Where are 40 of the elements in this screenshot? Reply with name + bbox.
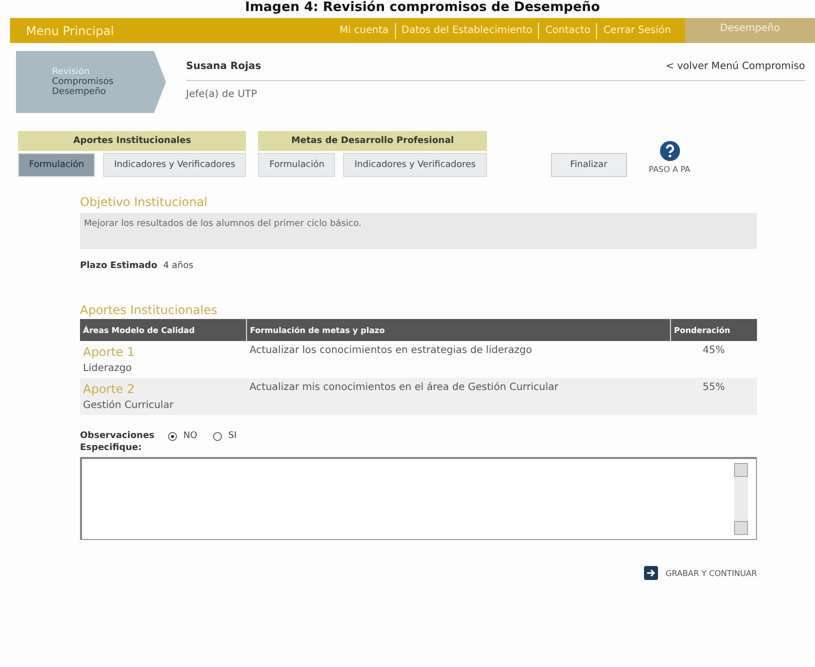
radio-label: NO [183, 431, 198, 441]
tab-group-title: Metas de Desarrollo Profesional [258, 131, 487, 151]
area-name: Liderazgo [83, 363, 133, 374]
specify-label: Especifique: [80, 443, 143, 453]
column-header: Formulación de metas y plazo [246, 319, 670, 341]
observations-label: Observaciones [80, 431, 154, 441]
section-title: Aportes Institucionales [80, 303, 218, 317]
radio-button[interactable] [168, 432, 178, 440]
contribution-name: Aporte 2 [83, 382, 136, 396]
help-icon[interactable] [660, 141, 680, 161]
user-role: Jefe(a) de UTP [186, 88, 258, 100]
save-button[interactable]: GRABAR Y CONTINUAR [644, 566, 757, 580]
weight-value: 45% [702, 345, 725, 356]
finish-button[interactable]: Finalizar [550, 153, 627, 177]
user-name: Susana Rojas [186, 61, 262, 72]
objective-text: Mejorar los resultados de los alumnos del primer ciclo básico. [80, 213, 757, 249]
section-title: Objetivo Institucional [80, 195, 208, 209]
radio-button[interactable] [213, 432, 222, 440]
weight-value: 55% [702, 382, 725, 393]
area-name: Gestión Curricular [83, 400, 174, 411]
arrow-icon [644, 566, 658, 580]
contribution-name: Aporte 1 [83, 345, 136, 359]
tab[interactable]: Indicadores y Verificadores [343, 153, 487, 177]
term-value: 4 años [163, 261, 194, 271]
tab-group-title: Aportes Institucionales [18, 131, 246, 151]
column-header: Áreas Modelo de Calidad [80, 319, 246, 341]
goal-text: Actualizar los conocimientos en estrategias de liderazgo [250, 345, 532, 356]
goal-text: Actualizar mis conocimientos en el área de Gestión Curricular [250, 382, 558, 393]
tab[interactable]: Formulación [258, 153, 336, 177]
tab[interactable]: Formulación [18, 153, 96, 177]
step-badge: Revisión Compromisos Desempeño [16, 51, 166, 113]
scrollbar[interactable] [734, 463, 748, 535]
help-label: PASO A PA [648, 165, 690, 174]
text-area[interactable] [80, 457, 757, 540]
tab[interactable]: Indicadores y Verificadores [103, 153, 246, 177]
radio-label: SI [228, 431, 237, 441]
term-label: Plazo Estimado [80, 261, 158, 271]
column-header: Ponderación [670, 319, 757, 341]
back-link[interactable]: < volver Menú Compromiso [666, 61, 805, 72]
figure-caption: Imagen 4: Revisión compromisos de Desempeño [244, 0, 601, 16]
